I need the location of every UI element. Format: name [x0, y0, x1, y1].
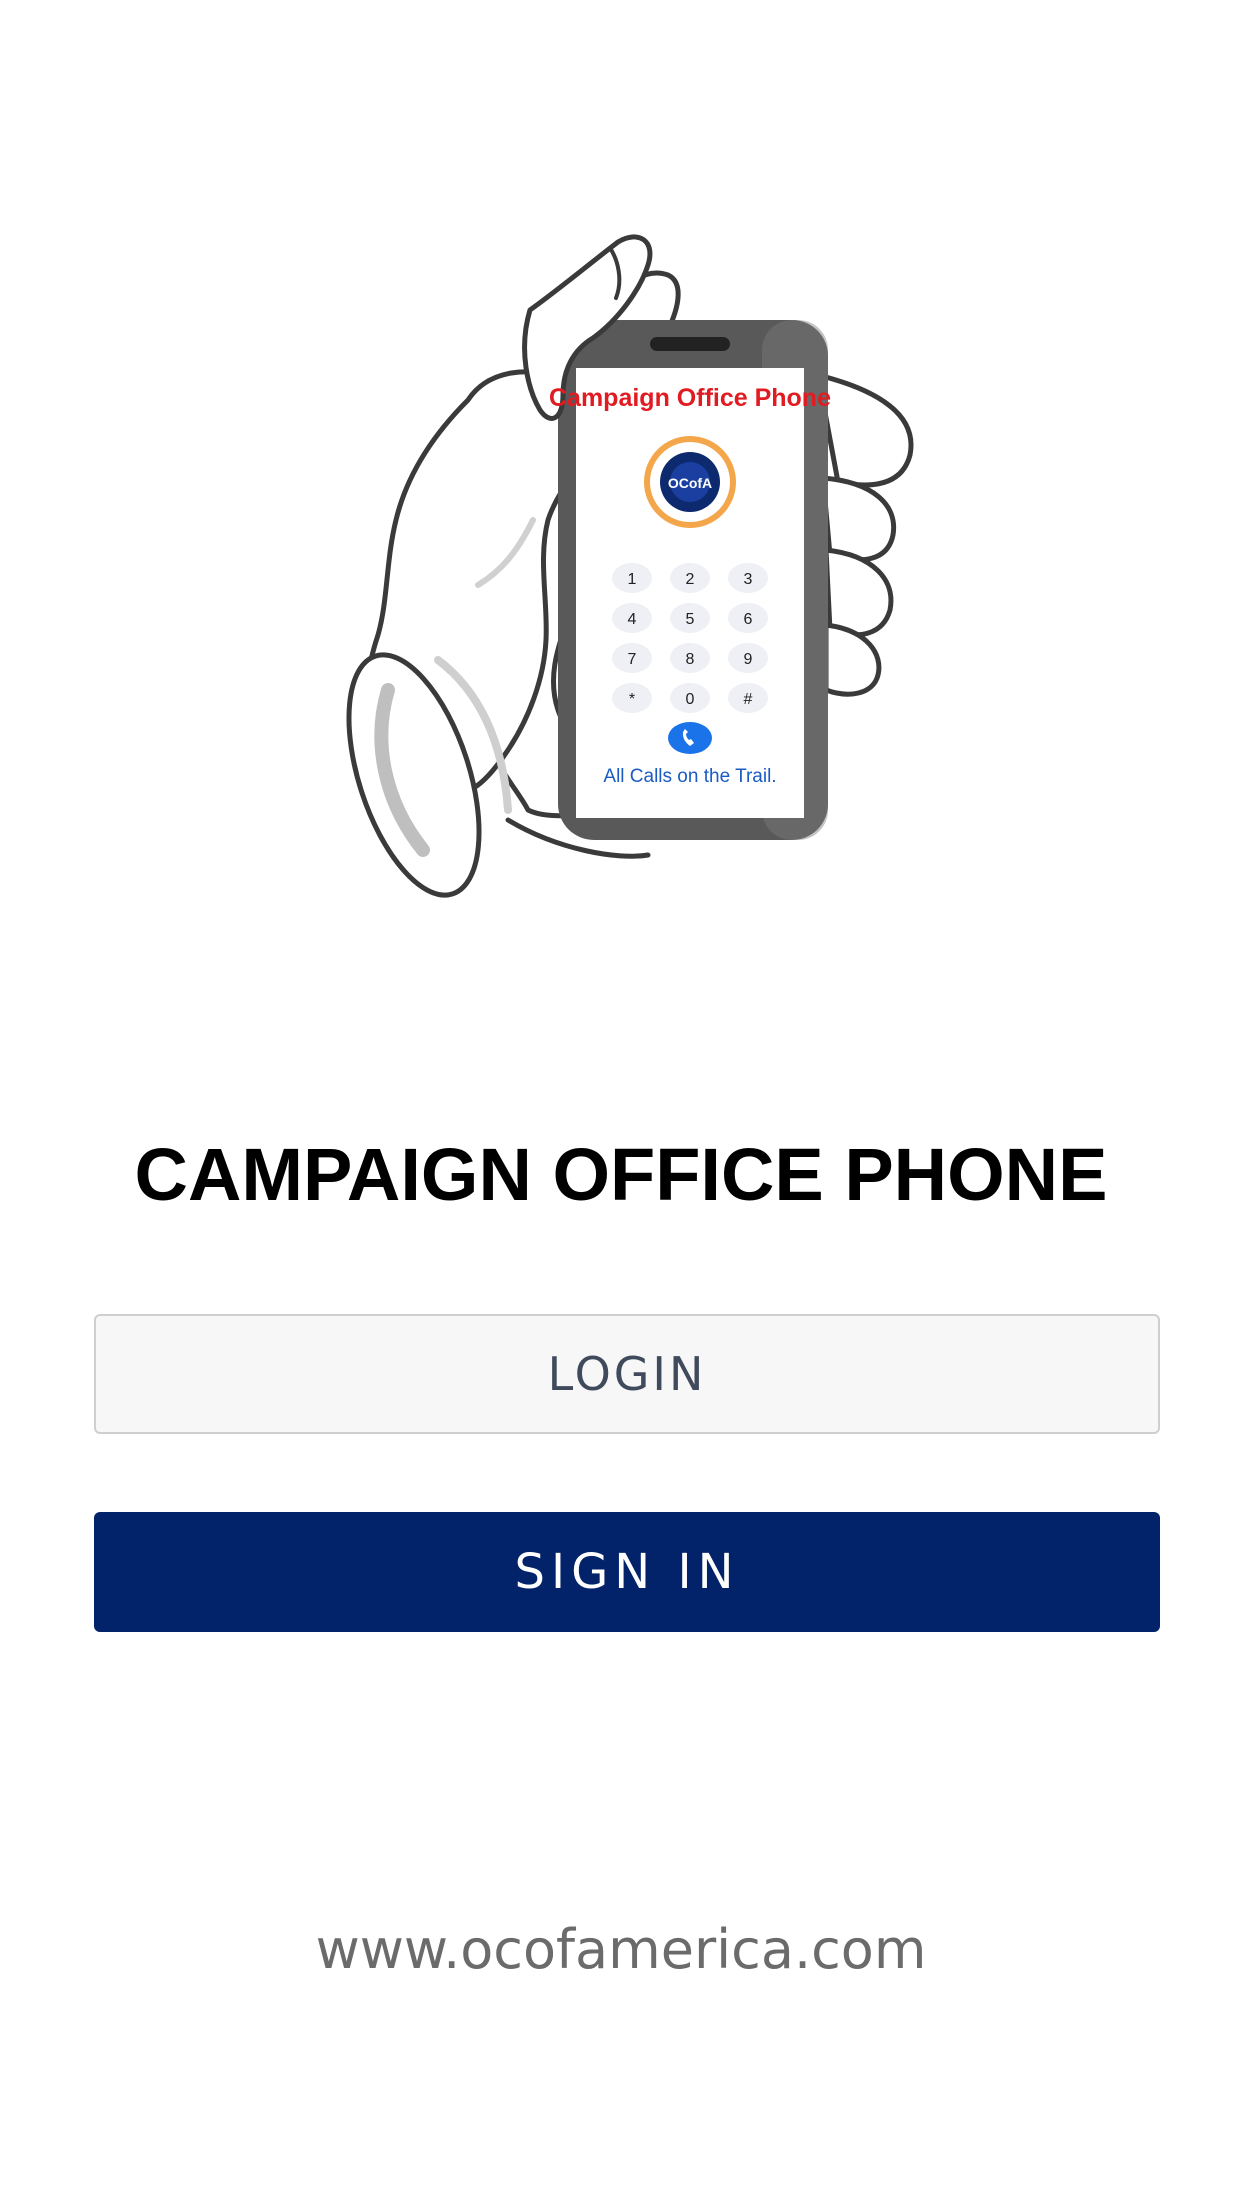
key-0: 0	[670, 683, 710, 713]
website-link[interactable]: www.ocofamerica.com	[0, 1915, 1242, 1985]
svg-text:8: 8	[686, 651, 695, 668]
svg-text:#: #	[744, 691, 753, 708]
sign-in-button[interactable]: SIGN IN	[94, 1512, 1160, 1632]
key-star: *	[612, 683, 652, 713]
svg-text:0: 0	[686, 691, 695, 708]
hand-fingers	[815, 372, 914, 697]
app-title: CAMPAIGN OFFICE PHONE	[134, 1133, 1108, 1216]
svg-text:*: *	[629, 691, 635, 708]
key-6: 6	[728, 603, 768, 633]
svg-text:2: 2	[686, 571, 695, 588]
screen-title: Campaign Office Phone	[549, 384, 831, 412]
key-5: 5	[670, 603, 710, 633]
key-3: 3	[728, 563, 768, 593]
svg-text:6: 6	[744, 611, 753, 628]
key-8: 8	[670, 643, 710, 673]
svg-text:7: 7	[628, 651, 637, 668]
login-input[interactable]	[96, 1315, 1158, 1433]
key-2: 2	[670, 563, 710, 593]
phone-call-icon	[668, 722, 712, 754]
svg-text:4: 4	[628, 611, 637, 628]
svg-text:1: 1	[628, 571, 637, 588]
key-1: 1	[612, 563, 652, 593]
key-9: 9	[728, 643, 768, 673]
login-screen: Campaign Office Phone OCofA 1 2 3 4 5 6 …	[0, 0, 1242, 2208]
key-hash: #	[728, 683, 768, 713]
logo-text: OCofA	[668, 475, 712, 491]
login-field[interactable]	[94, 1314, 1160, 1434]
hero-illustration: Campaign Office Phone OCofA 1 2 3 4 5 6 …	[318, 220, 918, 900]
ocofa-logo: OCofA	[644, 436, 736, 528]
hand-holding-phone-illustration: Campaign Office Phone OCofA 1 2 3 4 5 6 …	[346, 234, 914, 898]
screen-tagline: All Calls on the Trail.	[603, 766, 776, 787]
key-4: 4	[612, 603, 652, 633]
svg-text:9: 9	[744, 651, 753, 668]
key-7: 7	[612, 643, 652, 673]
svg-text:3: 3	[744, 571, 753, 588]
svg-text:5: 5	[686, 611, 695, 628]
